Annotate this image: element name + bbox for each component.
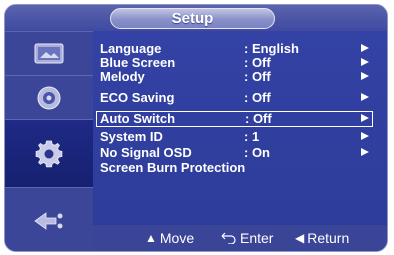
sidebar [5, 31, 93, 251]
chevron-right-icon [361, 93, 369, 101]
return-hint: ◀︎ Return [295, 230, 349, 246]
menu-item-value: : Off [244, 55, 271, 70]
sidebar-item-picture[interactable] [5, 31, 93, 75]
menu-item-blue-screen[interactable]: Blue Screen : Off [96, 55, 373, 70]
menu-item-screen-burn-protection[interactable]: Screen Burn Protection [96, 160, 373, 175]
page-title: Setup [110, 8, 275, 29]
menu-item-label: Blue Screen [100, 55, 176, 70]
input-icon [32, 208, 66, 234]
menu-item-label: Language [100, 41, 162, 56]
gear-icon [33, 138, 65, 170]
menu-item-value: : On [244, 145, 270, 160]
enter-icon [221, 232, 237, 244]
menu-item-language[interactable]: Language : English [96, 41, 373, 56]
return-arrow-icon: ◀︎ [295, 231, 305, 245]
enter-hint: Enter [221, 230, 273, 246]
osd-menu: Setup Language: English Blue Screen: O… [4, 4, 388, 252]
menu-item-label: No Signal OSD [100, 145, 192, 160]
enter-label: Enter [240, 230, 274, 246]
sidebar-item-setup[interactable] [5, 119, 93, 187]
menu-item-label: Screen Burn Protection [100, 160, 246, 175]
chevron-right-icon [361, 58, 369, 66]
menu-item-eco-saving[interactable]: ECO Saving : Off [96, 90, 373, 105]
chevron-right-icon [361, 148, 369, 156]
menu-item-label: ECO Saving [100, 90, 175, 105]
menu-item-value: : Off [244, 90, 271, 105]
move-label: Move [159, 230, 195, 246]
up-down-arrow-icon: ▲︎ [145, 231, 157, 245]
return-label: Return [307, 230, 350, 246]
sidebar-item-input[interactable] [5, 187, 93, 251]
sidebar-item-sound[interactable] [5, 75, 93, 119]
key-guide: ▲︎ Move Enter ◀︎ Return [93, 225, 387, 251]
picture-icon [32, 42, 66, 66]
menu-item-value: : English [244, 41, 299, 56]
menu-item-no-signal-osd[interactable]: No Signal OSD : On [96, 145, 373, 160]
menu-item-auto-switch[interactable]: Auto Switch : Off [96, 111, 373, 127]
menu-item-value: : Off [244, 69, 271, 84]
chevron-right-icon [361, 72, 369, 80]
menu-item-system-id[interactable]: System ID : 1 [96, 129, 373, 144]
menu-item-melody[interactable]: Melody : Off [96, 69, 373, 84]
menu-item-label: Melody [100, 69, 145, 84]
chevron-right-icon [361, 114, 369, 122]
menu-item-label: System ID [100, 129, 163, 144]
menu-item-value: : 1 [244, 129, 260, 144]
sound-icon [34, 83, 64, 113]
menu-item-value: : Off [245, 111, 272, 126]
menu-list: Language : English Blue Screen : Off Mel… [93, 31, 387, 225]
chevron-right-icon [361, 132, 369, 140]
move-hint: ▲︎ Move [145, 230, 194, 246]
menu-item-label: Auto Switch [100, 111, 176, 126]
chevron-right-icon [361, 44, 369, 52]
